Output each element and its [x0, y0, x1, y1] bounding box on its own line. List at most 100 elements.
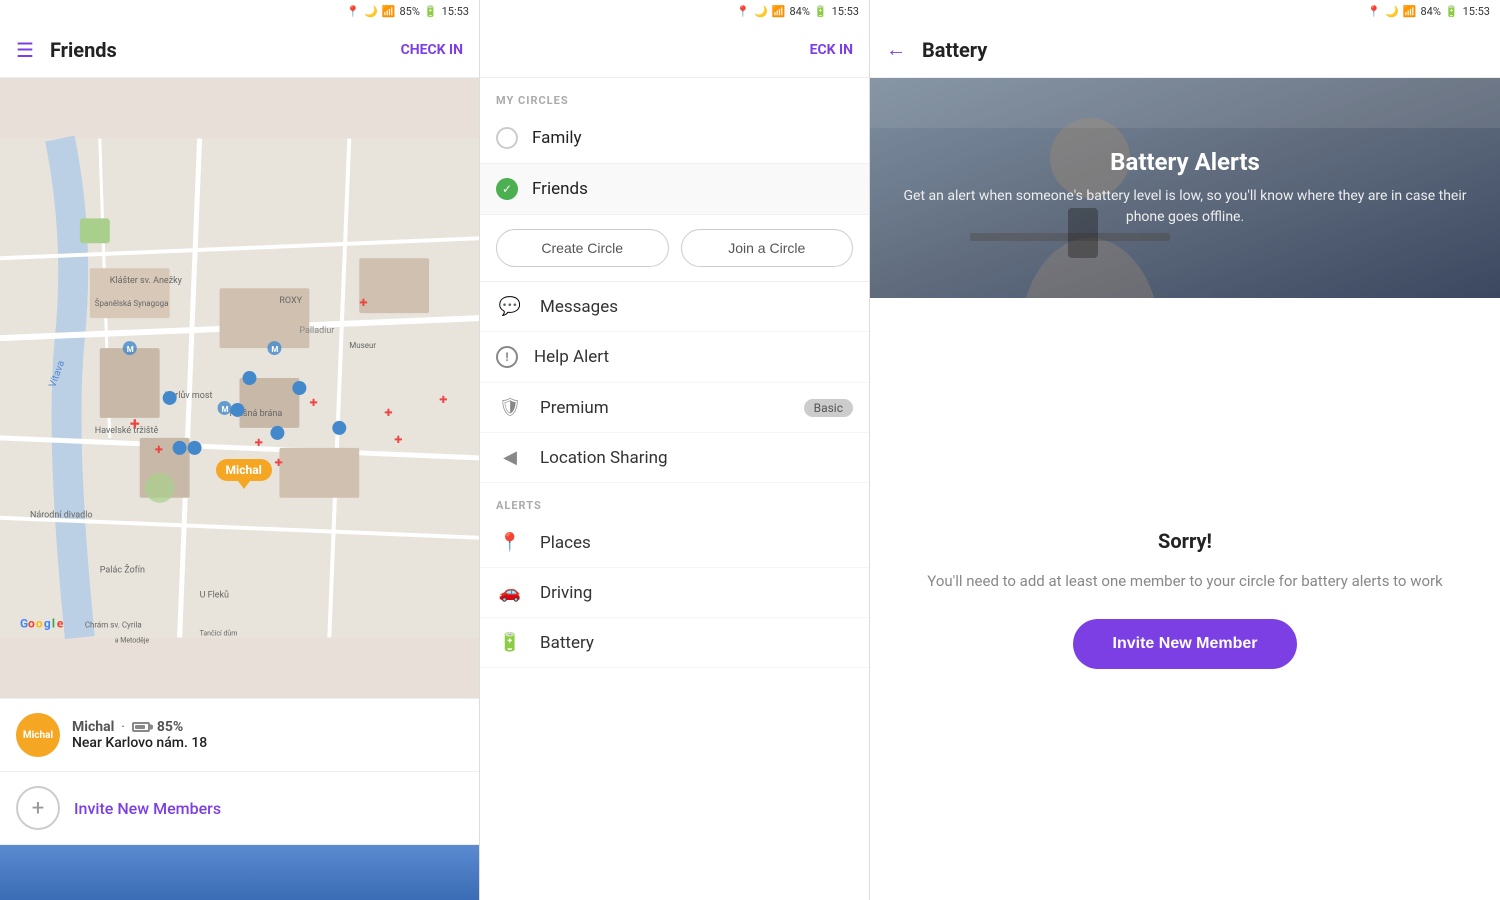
svg-text:g: g — [44, 617, 51, 631]
status-bar-1: 📍 🌙 📶 85% 🔋 15:53 — [0, 0, 479, 22]
svg-text:Národní divadlo: Národní divadlo — [30, 511, 93, 521]
location-sharing-label: Location Sharing — [540, 448, 853, 468]
marker-label: Michal — [216, 459, 272, 481]
svg-text:✚: ✚ — [439, 395, 447, 406]
circle-radio-family — [496, 127, 518, 149]
svg-text:Palác Žofín: Palác Žofín — [100, 564, 145, 576]
wifi-icon-3: 📶 — [1403, 5, 1417, 18]
invite-new-member-button[interactable]: Invite New Member — [1073, 619, 1298, 669]
user-card[interactable]: Michal Michal · 85% Near Karlovo nám. 18 — [0, 698, 479, 771]
menu-item-places[interactable]: 📍 Places — [480, 518, 869, 568]
driving-label: Driving — [540, 583, 853, 603]
svg-text:a Metoděje: a Metoděje — [115, 636, 150, 644]
messages-icon: 💬 — [496, 296, 524, 317]
menu-item-premium[interactable]: 🛡 Premium Basic — [480, 383, 869, 433]
sorry-title: Sorry! — [1158, 529, 1212, 553]
premium-badge: Basic — [804, 399, 853, 417]
panel-battery: 📍 🌙 📶 84% 🔋 15:53 ← Battery — [870, 0, 1500, 900]
battery-percent-1: 85% — [399, 5, 419, 18]
sorry-description: You'll need to add at least one member t… — [927, 569, 1442, 593]
battery-hero: Battery Alerts Get an alert when someone… — [870, 78, 1500, 298]
time-1: 15:53 — [442, 5, 469, 18]
invite-circle-icon: + — [16, 786, 60, 830]
battery-percent-3: 84% — [1420, 5, 1440, 18]
hero-overlay: Battery Alerts Get an alert when someone… — [870, 78, 1500, 298]
battery-icon-inline — [132, 722, 150, 732]
svg-text:l: l — [52, 617, 55, 631]
driving-icon: 🚗 — [496, 582, 524, 603]
battery-menu-icon: 🔋 — [496, 632, 524, 653]
moon-icon-2: 🌙 — [754, 5, 768, 18]
time-3: 15:53 — [1463, 5, 1490, 18]
hero-title: Battery Alerts — [1110, 148, 1260, 176]
location-icon-2: 📍 — [736, 5, 750, 18]
svg-text:e: e — [57, 617, 64, 631]
svg-text:Palladiur: Palladiur — [299, 326, 334, 336]
menu-item-driving[interactable]: 🚗 Driving — [480, 568, 869, 618]
alerts-header: ALERTS — [480, 483, 869, 518]
user-name-battery: Michal · 85% — [72, 719, 207, 735]
create-circle-button[interactable]: Create Circle — [496, 229, 669, 267]
user-location: Near Karlovo nám. 18 — [72, 735, 207, 751]
battery-percent-2: 84% — [789, 5, 809, 18]
battery-content: Sorry! You'll need to add at least one m… — [870, 298, 1500, 900]
user-info: Michal · 85% Near Karlovo nám. 18 — [72, 719, 207, 751]
check-in-behind: ECK IN — [810, 42, 853, 58]
wifi-icon: 📶 — [382, 5, 396, 18]
svg-text:✚: ✚ — [394, 435, 402, 446]
time-2: 15:53 — [832, 5, 859, 18]
svg-text:✚: ✚ — [309, 398, 317, 409]
menu-item-battery[interactable]: 🔋 Battery — [480, 618, 869, 668]
svg-text:✚: ✚ — [155, 445, 163, 456]
wifi-icon-2: 📶 — [772, 5, 786, 18]
svg-text:Klášter sv. Anežky: Klášter sv. Anežky — [110, 276, 183, 286]
join-circle-button[interactable]: Join a Circle — [681, 229, 854, 267]
map-container[interactable]: Klášter sv. Anežky Španělská Synagoga RO… — [0, 78, 479, 698]
circle-radio-friends — [496, 178, 518, 200]
circle-action-buttons: Create Circle Join a Circle — [480, 215, 869, 282]
battery-icon-3: 🔋 — [1445, 5, 1459, 18]
battery-icon-2: 🔋 — [814, 5, 828, 18]
svg-text:Tančící dům: Tančící dům — [200, 629, 238, 637]
bottom-strip — [0, 844, 479, 900]
menu-icon[interactable]: ☰ — [16, 38, 34, 62]
messages-label: Messages — [540, 297, 853, 317]
svg-text:Chrám sv. Cyrila: Chrám sv. Cyrila — [85, 621, 142, 630]
help-alert-icon: ! — [496, 346, 518, 368]
svg-text:✚: ✚ — [274, 458, 282, 469]
moon-icon-3: 🌙 — [1385, 5, 1399, 18]
page-title-friends: Friends — [50, 38, 401, 62]
circle-label-family: Family — [532, 128, 582, 148]
help-alert-label: Help Alert — [534, 347, 853, 367]
svg-text:U Fleků: U Fleků — [200, 590, 229, 601]
premium-icon: 🛡 — [496, 397, 524, 418]
places-icon: 📍 — [496, 532, 524, 553]
check-in-button[interactable]: CHECK IN — [401, 42, 463, 58]
location-sharing-icon: ◀ — [496, 447, 524, 468]
svg-text:✚: ✚ — [359, 298, 367, 309]
battery-icon-1: 🔋 — [424, 5, 438, 18]
menu-item-help-alert[interactable]: ! Help Alert — [480, 332, 869, 383]
svg-text:Havelské tržiště: Havelské tržiště — [95, 426, 159, 436]
page-title-battery: Battery — [922, 38, 1484, 62]
svg-text:ROXY: ROXY — [279, 296, 302, 306]
svg-text:✚: ✚ — [130, 417, 140, 431]
battery-label: Battery — [540, 633, 853, 653]
back-button[interactable]: ← — [886, 37, 906, 62]
panel-friends: 📍 🌙 📶 85% 🔋 15:53 ☰ Friends CHECK IN — [0, 0, 480, 900]
hero-description: Get an alert when someone's battery leve… — [890, 186, 1480, 228]
svg-text:M: M — [222, 405, 229, 414]
svg-text:G: G — [20, 617, 28, 631]
menu-item-messages[interactable]: 💬 Messages — [480, 282, 869, 332]
circle-item-friends[interactable]: Friends — [480, 164, 869, 215]
menu-item-location-sharing[interactable]: ◀ Location Sharing — [480, 433, 869, 483]
circle-item-family[interactable]: Family — [480, 113, 869, 164]
svg-text:✚: ✚ — [254, 438, 262, 449]
invite-row[interactable]: + Invite New Members — [0, 771, 479, 844]
location-icon-3: 📍 — [1367, 5, 1381, 18]
avatar: Michal — [16, 713, 60, 757]
invite-members-text[interactable]: Invite New Members — [74, 799, 221, 818]
places-label: Places — [540, 533, 853, 553]
map-marker-michal[interactable]: Michal — [216, 459, 272, 481]
svg-text:o: o — [36, 617, 43, 631]
